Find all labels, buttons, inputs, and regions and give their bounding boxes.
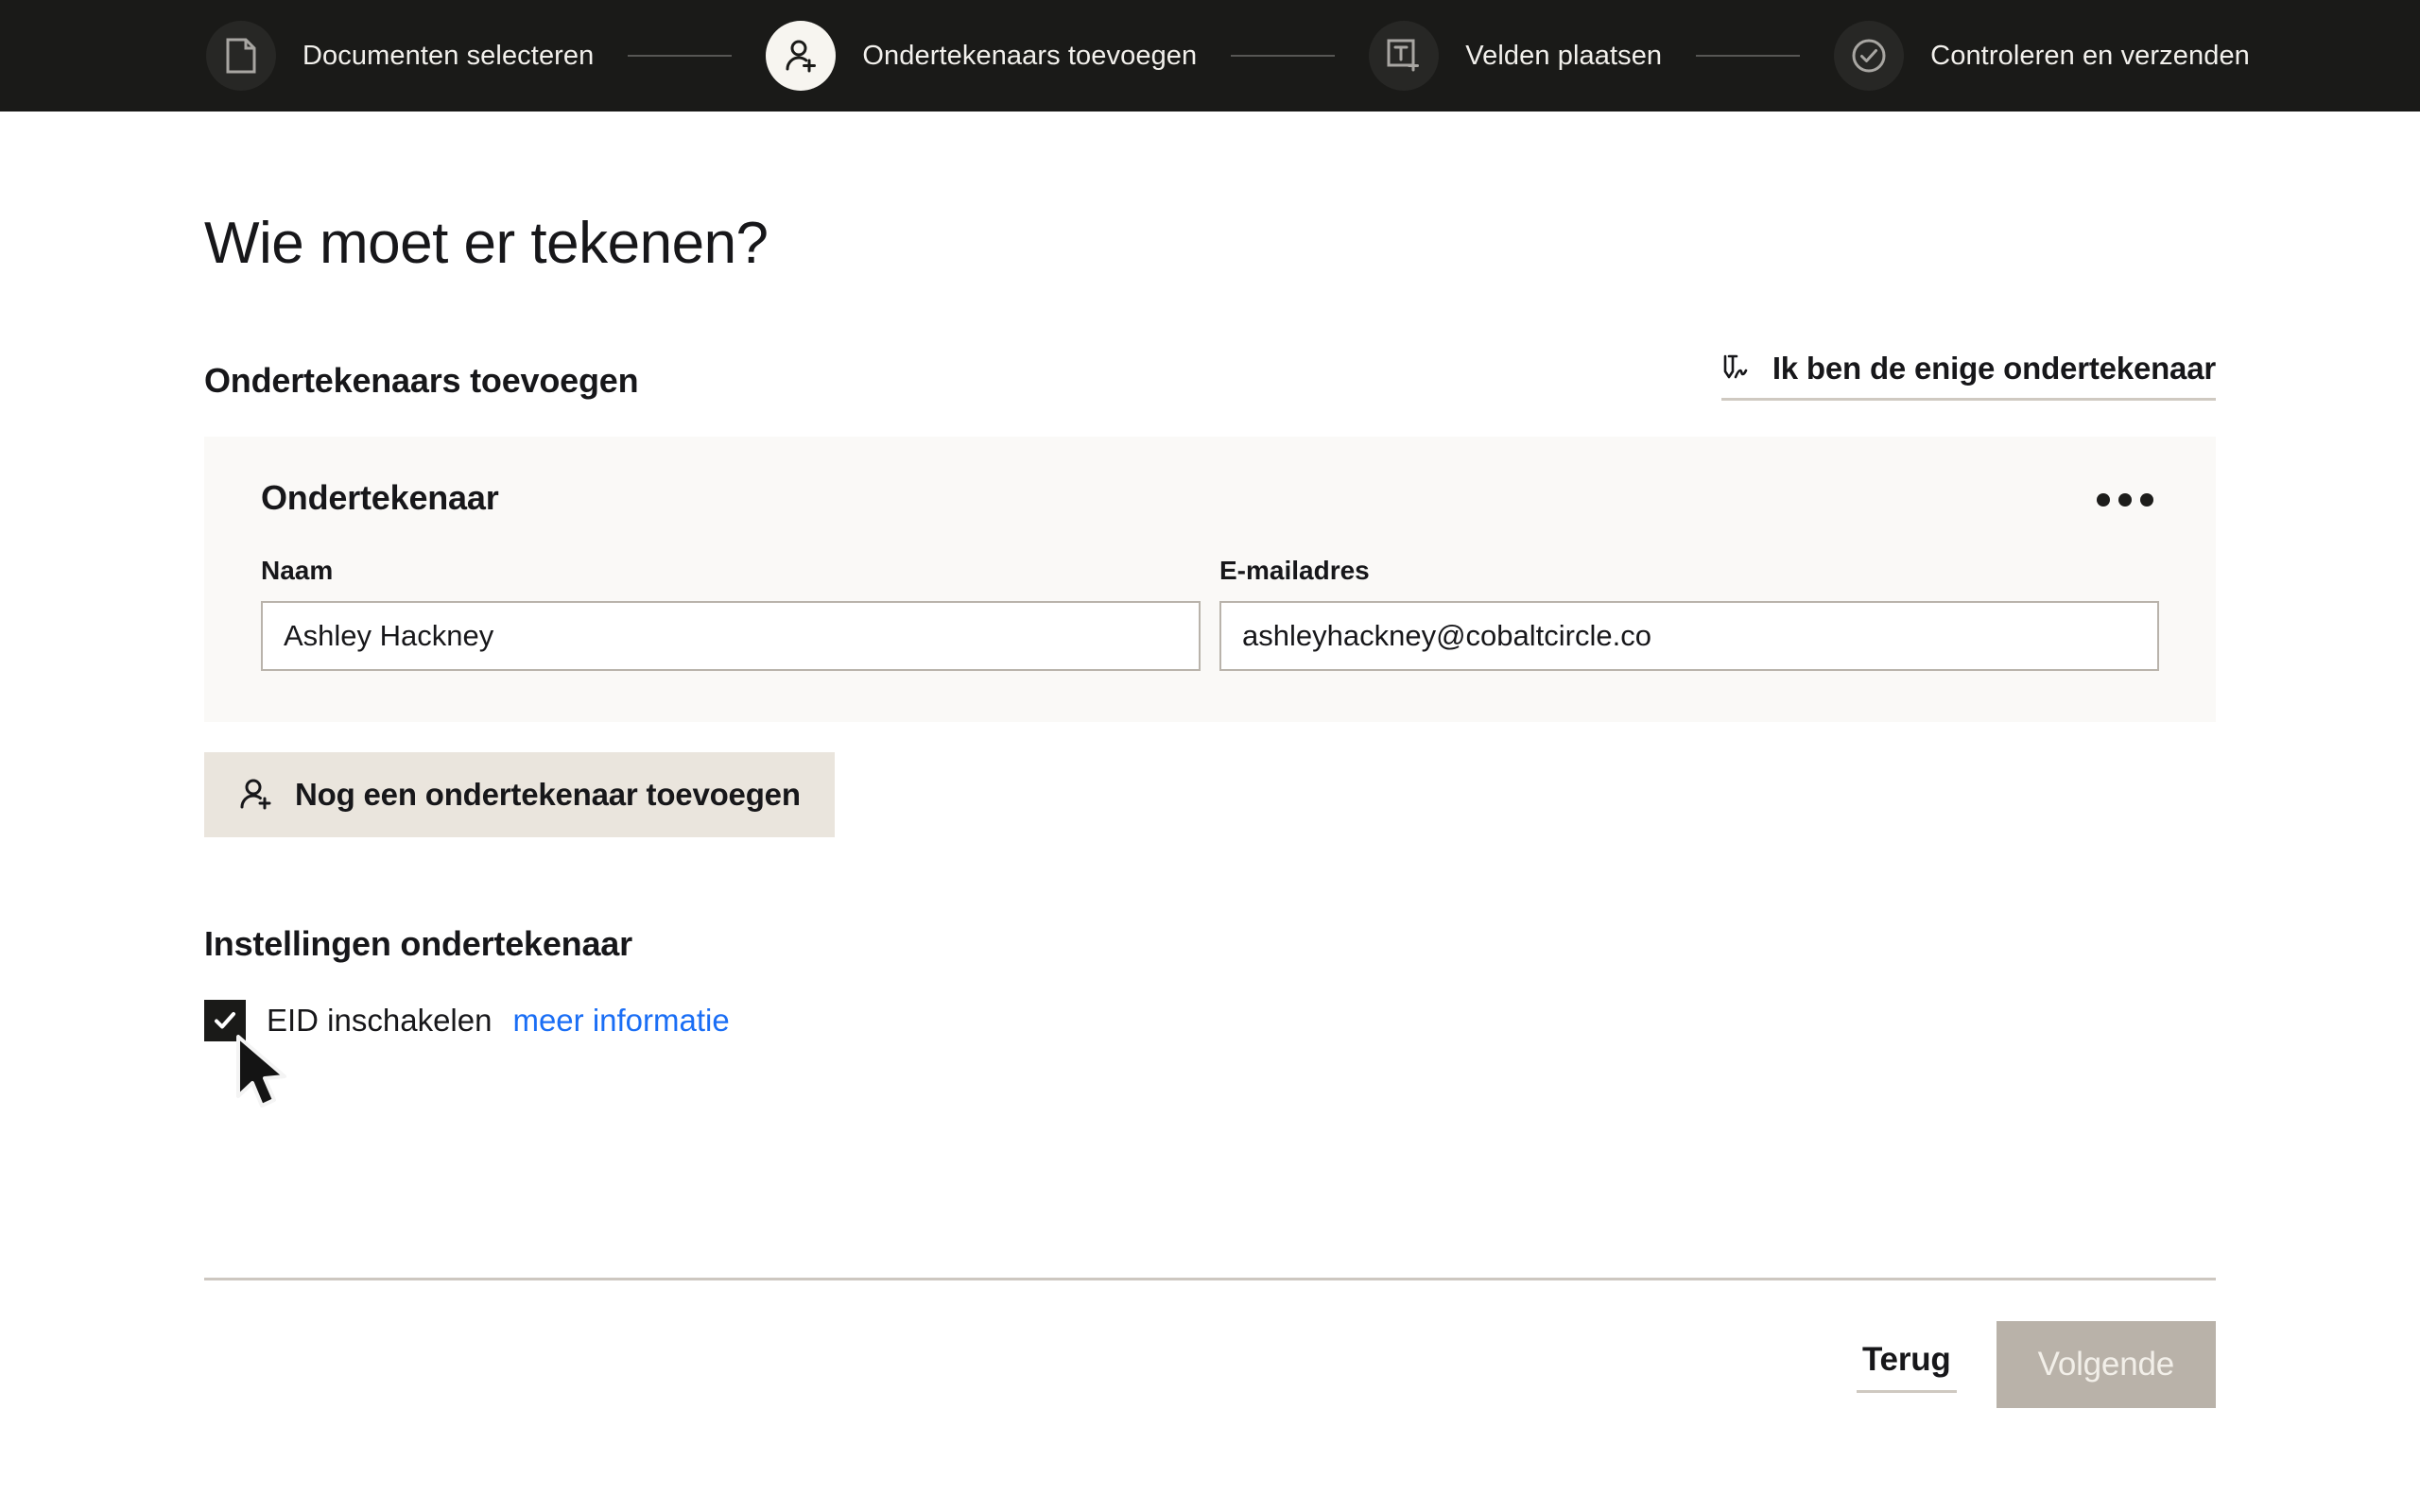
step-ondertekenaars-toevoegen[interactable]: Ondertekenaars toevoegen — [766, 21, 1197, 91]
page-content: Wie moet er tekenen? Ondertekenaars toev… — [0, 210, 2420, 1041]
person-add-icon — [240, 779, 271, 810]
name-field-label: Naam — [261, 556, 334, 585]
signers-section-heading: Ondertekenaars toevoegen — [204, 361, 639, 400]
footer-actions: Terug Volgende — [1856, 1321, 2216, 1408]
eid-checkbox-label: EID inschakelen — [267, 1003, 493, 1038]
text-field-add-icon — [1387, 39, 1420, 72]
step-connector-2 — [1231, 55, 1336, 57]
email-field-label: E-mailadres — [1219, 556, 1370, 585]
name-input[interactable] — [261, 601, 1201, 671]
signer-settings-heading: Instellingen ondertekenaar — [204, 924, 632, 963]
step-2-circle — [766, 21, 837, 91]
email-field-group: E-mailadres — [1219, 556, 2159, 671]
step-velden-plaatsen[interactable]: Velden plaatsen — [1369, 21, 1662, 91]
name-field-group: Naam — [261, 556, 1201, 671]
only-signer-label: Ik ben de enige ondertekenaar — [1772, 351, 2216, 386]
add-another-signer-label: Nog een ondertekenaar toevoegen — [295, 777, 801, 812]
document-icon — [226, 38, 256, 74]
step-controleren-en-verzenden[interactable]: Controleren en verzenden — [1834, 21, 2250, 91]
page-title: Wie moet er tekenen? — [204, 211, 769, 276]
wizard-stepper: Documenten selecteren Ondertekenaars toe… — [0, 0, 2420, 112]
step-2-label: Ondertekenaars toevoegen — [862, 40, 1198, 71]
step-documenten-selecteren[interactable]: Documenten selecteren — [206, 21, 594, 91]
back-button[interactable]: Terug — [1856, 1337, 1957, 1393]
eid-more-info-link[interactable]: meer informatie — [512, 1003, 729, 1039]
step-connector-1 — [628, 55, 733, 57]
footer-divider — [204, 1278, 2216, 1280]
check-circle-icon — [1852, 39, 1886, 73]
person-add-icon — [786, 40, 817, 73]
step-3-circle — [1369, 21, 1440, 91]
add-another-signer-button[interactable]: Nog een ondertekenaar toevoegen — [204, 752, 835, 837]
checkmark-icon — [215, 1012, 235, 1029]
step-4-circle — [1834, 21, 1905, 91]
step-3-label: Velden plaatsen — [1465, 40, 1663, 71]
mouse-cursor — [236, 1035, 286, 1108]
signer-card-header: Ondertekenaar — [261, 478, 2159, 518]
step-1-circle — [206, 21, 276, 91]
email-input[interactable] — [1219, 601, 2159, 671]
signature-pen-icon — [1723, 354, 1748, 379]
eid-setting-row: EID inschakelen meer informatie — [204, 1000, 2216, 1041]
only-signer-button[interactable]: Ik ben de enige ondertekenaar — [1720, 351, 2216, 401]
more-options-icon[interactable] — [2091, 484, 2159, 516]
signer-card: Ondertekenaar Naam E-mailadres — [204, 437, 2216, 722]
signer-fields: Naam E-mailadres — [261, 556, 2159, 671]
eid-checkbox[interactable] — [204, 1000, 246, 1041]
step-1-label: Documenten selecteren — [302, 40, 595, 71]
signer-card-title: Ondertekenaar — [261, 478, 499, 517]
step-4-label: Controleren en verzenden — [1930, 40, 2250, 71]
next-button[interactable]: Volgende — [1996, 1321, 2216, 1408]
signers-section-header: Ondertekenaars toevoegen Ik ben de enige… — [204, 351, 2216, 401]
step-connector-3 — [1696, 55, 1801, 57]
